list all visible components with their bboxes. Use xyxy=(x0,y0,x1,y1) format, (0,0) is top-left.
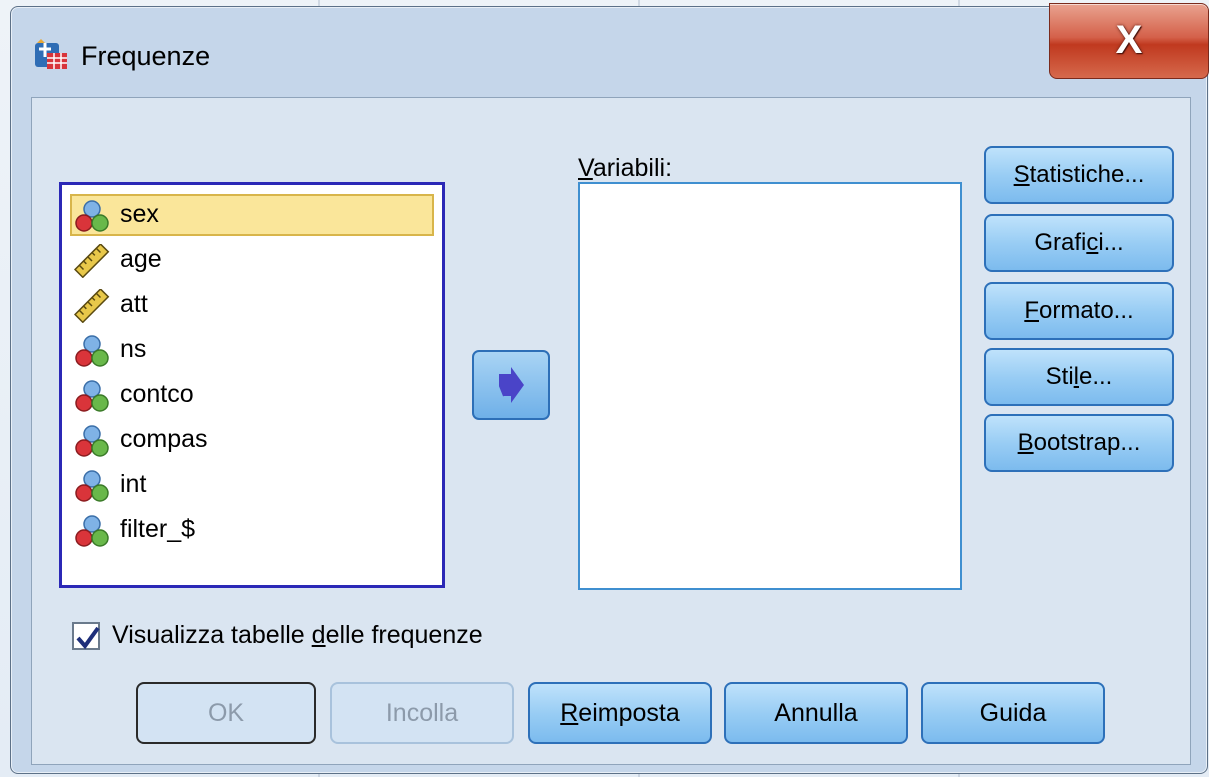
show-frequency-tables-checkbox[interactable] xyxy=(72,622,100,650)
variable-label: contco xyxy=(120,380,194,408)
source-variable-list[interactable]: sex age att ns contco compas int filter_$ xyxy=(59,182,445,588)
close-icon: X xyxy=(1115,18,1143,62)
variable-label: compas xyxy=(120,425,208,453)
show-frequency-tables-label: Visualizza tabelle delle frequenze xyxy=(112,621,483,649)
frequencies-app-icon xyxy=(35,39,67,69)
arrow-right-icon xyxy=(499,367,524,403)
move-to-variables-button[interactable] xyxy=(472,350,550,420)
variable-label: int xyxy=(120,470,147,498)
incolla-button[interactable]: Incolla xyxy=(330,682,514,744)
variable-list-item[interactable]: age xyxy=(70,236,434,280)
variable-list-item[interactable]: sex xyxy=(70,191,434,236)
dialog-title: Frequenze xyxy=(81,41,211,71)
ok-button[interactable]: OK xyxy=(136,682,316,744)
formato-button[interactable]: Formato... xyxy=(984,282,1174,340)
reimposta-button[interactable]: Reimposta xyxy=(528,682,712,744)
variable-list-item[interactable]: contco xyxy=(70,371,434,415)
annulla-button[interactable]: Annulla xyxy=(724,682,908,744)
close-button[interactable]: X xyxy=(1049,3,1209,79)
variable-list-item[interactable]: filter_$ xyxy=(70,506,434,550)
variable-label: age xyxy=(120,245,162,273)
variable-list-item[interactable]: ns xyxy=(70,326,434,370)
grafici-button[interactable]: Grafici... xyxy=(984,214,1174,272)
variable-list-item[interactable]: compas xyxy=(70,416,434,460)
checkmark-icon xyxy=(76,626,100,650)
variable-label: sex xyxy=(120,200,159,228)
statistiche-button[interactable]: Statistiche... xyxy=(984,146,1174,204)
frequenze-dialog: Frequenze X sex age att ns contco compas int fi… xyxy=(10,3,1209,774)
dialog-body: sex age att ns contco compas int filter_$ Varia… xyxy=(31,97,1191,765)
bootstrap-button[interactable]: Bootstrap... xyxy=(984,414,1174,472)
guida-button[interactable]: Guida xyxy=(921,682,1105,744)
title-bar[interactable]: Frequenze X xyxy=(11,3,1209,93)
stile-button[interactable]: Stile... xyxy=(984,348,1174,406)
variables-target-list[interactable] xyxy=(578,182,962,590)
variable-list-item[interactable]: int xyxy=(70,461,434,505)
variables-label: Variabili: xyxy=(578,154,673,182)
variable-label: ns xyxy=(120,335,147,363)
variable-label: att xyxy=(120,290,148,318)
variable-list-item[interactable]: att xyxy=(70,281,434,325)
variable-label: filter_$ xyxy=(120,515,196,543)
